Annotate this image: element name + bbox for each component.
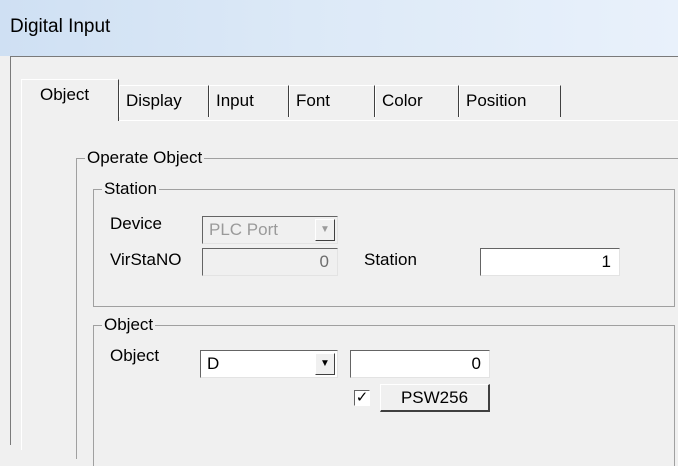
- station-legend: Station: [102, 179, 159, 199]
- tab-color-label: Color: [382, 91, 423, 110]
- title-bar: Digital Input: [0, 0, 678, 56]
- psw256-button-label: PSW256: [400, 388, 469, 407]
- psw-checkbox[interactable]: ✓: [354, 390, 370, 406]
- station-value: 1: [601, 252, 611, 271]
- operate-object-legend: Operate Object: [85, 148, 205, 168]
- object-address-field[interactable]: 0: [350, 350, 490, 378]
- tab-panel-object: Operate Object Station Device PLC Port ▼…: [21, 120, 678, 466]
- device-select-value: PLC Port: [209, 220, 278, 239]
- object-address-value: 0: [471, 354, 481, 373]
- psw256-button[interactable]: PSW256: [380, 384, 490, 412]
- object-type-value: D: [207, 354, 220, 373]
- window-title: Digital Input: [10, 16, 111, 37]
- tab-input[interactable]: Input: [209, 85, 289, 117]
- object-group: Object Object D ▼ 0 ✓ PSW256: [93, 315, 675, 466]
- tab-position-label: Position: [466, 91, 527, 110]
- device-select[interactable]: PLC Port ▼: [202, 216, 338, 244]
- operate-object-group: Operate Object Station Device PLC Port ▼…: [76, 148, 678, 466]
- chevron-down-icon[interactable]: ▼: [315, 353, 335, 375]
- virstano-label: VirStaNO: [110, 250, 182, 269]
- device-label: Device: [110, 214, 162, 233]
- virstano-field[interactable]: 0: [202, 248, 338, 276]
- tab-object[interactable]: Object: [21, 79, 119, 121]
- tab-color[interactable]: Color: [375, 85, 459, 117]
- tab-object-label: Object: [40, 85, 90, 104]
- tab-position[interactable]: Position: [459, 85, 561, 117]
- object-type-select[interactable]: D ▼: [200, 350, 338, 378]
- tab-font[interactable]: Font: [289, 85, 375, 117]
- station-group: Station Device PLC Port ▼ VirStaNO 0 Sta…: [93, 179, 675, 307]
- chevron-down-icon[interactable]: ▼: [315, 219, 335, 241]
- tab-display[interactable]: Display: [119, 85, 209, 117]
- station-field[interactable]: 1: [480, 248, 620, 276]
- check-icon: ✓: [355, 389, 369, 406]
- station-label: Station: [364, 250, 417, 269]
- dialog-body: Object Display Input Font Color Position…: [10, 56, 678, 466]
- object-label: Object: [110, 346, 160, 365]
- tab-input-label: Input: [216, 91, 254, 110]
- object-legend: Object: [102, 315, 156, 335]
- tab-font-label: Font: [296, 91, 331, 110]
- virstano-value: 0: [319, 252, 329, 271]
- tab-display-label: Display: [126, 91, 182, 110]
